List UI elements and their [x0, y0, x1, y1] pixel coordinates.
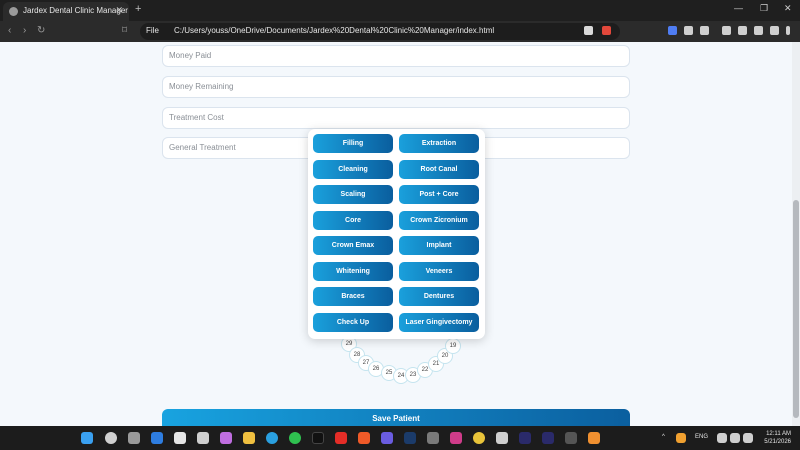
unity-icon[interactable] [427, 432, 439, 444]
treatment-laser-gingivectomy-button[interactable]: Laser Gingivectomy [399, 313, 479, 332]
instagram-icon[interactable] [450, 432, 462, 444]
treatment-root-canal-button[interactable]: Root Canal [399, 160, 479, 179]
tray-app-icon[interactable] [676, 433, 686, 443]
whatsapp-icon[interactable] [289, 432, 301, 444]
tooth-19[interactable]: 19 [445, 338, 461, 354]
task-view-icon[interactable] [128, 432, 140, 444]
puzzle-icon[interactable] [684, 26, 693, 35]
brave-icon[interactable] [358, 432, 370, 444]
volume-icon[interactable] [730, 433, 740, 443]
treatment-scaling-button[interactable]: Scaling [313, 185, 393, 204]
treatment-dentures-button[interactable]: Dentures [399, 287, 479, 306]
clock-date: 5/21/2026 [764, 439, 791, 445]
brave-rewards-icon[interactable] [602, 26, 611, 35]
system-clock[interactable]: 12:11 AM 5/21/2026 [757, 430, 791, 446]
tray-chevron-icon[interactable]: ^ [662, 434, 665, 440]
youtube-icon[interactable] [335, 432, 347, 444]
forward-icon[interactable]: › [23, 25, 26, 36]
language-indicator[interactable]: ENG [695, 434, 708, 440]
reader-icon[interactable] [700, 26, 709, 35]
extension-icon[interactable] [668, 26, 677, 35]
x-app-icon[interactable] [174, 432, 186, 444]
treatment-crown-emax-button[interactable]: Crown Emax [313, 236, 393, 255]
browser-tab-strip: Jardex Dental Clinic Manager ✕ + — ❐ ✕ [0, 0, 800, 21]
discord-icon[interactable] [381, 432, 393, 444]
edge-icon[interactable] [266, 432, 278, 444]
leo-icon[interactable] [754, 26, 763, 35]
chrome-icon[interactable] [473, 432, 485, 444]
url-text[interactable]: C:/Users/youss/OneDrive/Documents/Jardex… [174, 26, 494, 35]
tab-title: Jardex Dental Clinic Manager [23, 6, 128, 15]
pattern-app-icon[interactable] [197, 432, 209, 444]
close-window-icon[interactable]: ✕ [784, 3, 792, 14]
battery-icon[interactable] [743, 433, 753, 443]
sublime-text-icon[interactable] [588, 432, 600, 444]
treatment-popup: Filling Extraction Cleaning Root Canal S… [308, 129, 485, 339]
text-app-icon[interactable] [565, 432, 577, 444]
treatment-implant-button[interactable]: Implant [399, 236, 479, 255]
after-effects-icon[interactable] [519, 432, 531, 444]
steam-icon[interactable] [404, 432, 416, 444]
windows-taskbar: ^ ENG 12:11 AM 5/21/2026 [0, 426, 800, 450]
treatment-braces-button[interactable]: Braces [313, 287, 393, 306]
treatment-core-button[interactable]: Core [313, 211, 393, 230]
tiktok-icon[interactable] [312, 432, 324, 444]
treatment-veneers-button[interactable]: Veneers [399, 262, 479, 281]
bookmark-icon[interactable]: ⌑ [122, 25, 127, 36]
wallet-icon[interactable] [738, 26, 747, 35]
address-toolbar: ‹ › ↻ ⌑ File C:/Users/youss/OneDrive/Doc… [0, 21, 800, 42]
page-content: Money Paid Money Remaining Treatment Cos… [0, 42, 792, 426]
search-icon[interactable] [105, 432, 117, 444]
scrollbar-thumb[interactable] [793, 200, 799, 418]
media-encoder-icon[interactable] [542, 432, 554, 444]
new-tab-button[interactable]: + [135, 3, 141, 15]
treatment-check-up-button[interactable]: Check Up [313, 313, 393, 332]
back-icon[interactable]: ‹ [8, 25, 11, 36]
copilot-icon[interactable] [220, 432, 232, 444]
game-app-icon[interactable] [496, 432, 508, 444]
treatment-cleaning-button[interactable]: Cleaning [313, 160, 393, 179]
clock-time: 12:11 AM [766, 431, 791, 437]
start-icon[interactable] [81, 432, 93, 444]
treatment-filling-button[interactable]: Filling [313, 134, 393, 153]
reload-icon[interactable]: ↻ [37, 25, 45, 36]
url-scheme-label: File [146, 26, 159, 35]
treatment-extraction-button[interactable]: Extraction [399, 134, 479, 153]
treatment-crown-zicronium-button[interactable]: Crown Zicronium [399, 211, 479, 230]
outlook-icon[interactable] [151, 432, 163, 444]
save-patient-button[interactable]: Save Patient [162, 409, 630, 426]
treatment-whitening-button[interactable]: Whitening [313, 262, 393, 281]
browser-tab[interactable]: Jardex Dental Clinic Manager ✕ [3, 2, 129, 21]
minimize-icon[interactable]: — [734, 3, 743, 13]
restore-icon[interactable]: ❐ [760, 3, 768, 14]
address-bar[interactable]: File C:/Users/youss/OneDrive/Documents/J… [140, 23, 620, 40]
treatment-post-core-button[interactable]: Post + Core [399, 185, 479, 204]
page-scrollbar[interactable] [792, 42, 800, 426]
wifi-icon[interactable] [717, 433, 727, 443]
shield-icon[interactable] [584, 26, 593, 35]
vpn-icon[interactable] [770, 26, 779, 35]
globe-icon [9, 7, 18, 16]
file-explorer-icon[interactable] [243, 432, 255, 444]
sidebar-icon[interactable] [722, 26, 731, 35]
menu-icon[interactable] [786, 26, 790, 35]
close-tab-icon[interactable]: ✕ [115, 5, 123, 16]
